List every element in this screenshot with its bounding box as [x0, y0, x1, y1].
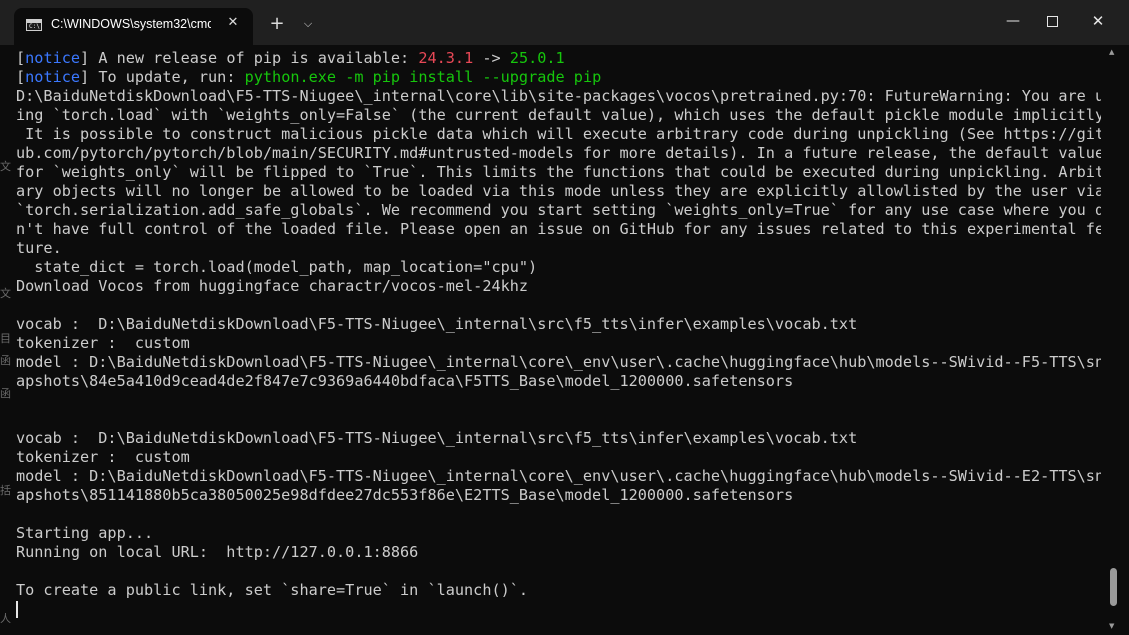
output-line: ture. — [16, 239, 62, 257]
output-line: model : D:\BaiduNetdiskDownload\F5-TTS-N… — [16, 467, 1101, 485]
tab-cmd[interactable]: C:\ C:\WINDOWS\system32\cmd.e ✕ — [14, 8, 253, 45]
scroll-down-icon[interactable]: ▼ — [1109, 622, 1114, 630]
output-line: vocab : D:\BaiduNetdiskDownload\F5-TTS-N… — [16, 429, 858, 447]
tab-close-icon[interactable]: ✕ — [223, 13, 243, 33]
pip-notice-line: [notice] A new release of pip is availab… — [16, 49, 565, 67]
gutter-char: 人 — [0, 612, 11, 625]
scrollbar-thumb[interactable] — [1110, 568, 1117, 606]
upgrade-command: python.exe -m pip install --upgrade pip — [244, 68, 602, 86]
maximize-button[interactable] — [1029, 0, 1075, 42]
prompt-line[interactable] — [16, 600, 1101, 619]
output-line: state_dict = torch.load(model_path, map_… — [16, 258, 538, 276]
output-line: It is possible to construct malicious pi… — [16, 125, 1101, 143]
new-tab-button[interactable]: + — [266, 13, 288, 35]
tab-title: C:\WINDOWS\system32\cmd.e — [51, 17, 211, 31]
output-line: To create a public link, set `share=True… — [16, 581, 529, 599]
output-line: tokenizer : custom — [16, 448, 190, 466]
output-line: ary objects will no longer be allowed to… — [16, 182, 1101, 200]
scrollbar[interactable]: ▲ ▼ — [1108, 48, 1120, 630]
notice-tag: notice — [25, 68, 81, 86]
new-version: 25.0.1 — [509, 49, 565, 67]
output-line: vocab : D:\BaiduNetdiskDownload\F5-TTS-N… — [16, 315, 858, 333]
output-line: apshots\851141880b5ca38050025e98dfdee27d… — [16, 486, 794, 504]
terminal-window: C:\ C:\WINDOWS\system32\cmd.e ✕ + ⌵ — ✕ … — [0, 0, 1129, 635]
gutter-char: 函 — [0, 354, 11, 367]
text-cursor — [16, 601, 18, 618]
output-line: n't have full control of the loaded file… — [16, 220, 1101, 238]
output-line: apshots\84e5a410d9cead4de2f847e7c9369a64… — [16, 372, 794, 390]
gutter-char: 文 — [0, 287, 11, 300]
pip-update-line: [notice] To update, run: python.exe -m p… — [16, 68, 602, 86]
output-line: Running on local URL: http://127.0.0.1:8… — [16, 543, 419, 561]
output-line: model : D:\BaiduNetdiskDownload\F5-TTS-N… — [16, 353, 1101, 371]
gutter-char: 括 — [0, 484, 11, 497]
gutter-char: 文 — [0, 160, 11, 173]
background-window-edge: 文 文 目 函 函 括 人 — [0, 45, 12, 635]
terminal-output[interactable]: [notice] A new release of pip is availab… — [16, 49, 1101, 629]
maximize-icon — [1047, 16, 1058, 27]
close-button[interactable]: ✕ — [1075, 0, 1121, 42]
output-line: D:\BaiduNetdiskDownload\F5-TTS-Niugee\_i… — [16, 87, 1101, 105]
output-line: Download Vocos from huggingface charactr… — [16, 277, 529, 295]
cmd-icon: C:\ — [26, 19, 42, 31]
notice-tag: notice — [25, 49, 81, 67]
gutter-char: 目 — [0, 332, 11, 345]
gutter-char: 函 — [0, 387, 11, 400]
old-version: 24.3.1 — [418, 49, 474, 67]
output-line: `torch.serialization.add_safe_globals`. … — [16, 201, 1101, 219]
scroll-up-icon[interactable]: ▲ — [1109, 48, 1114, 56]
output-line: tokenizer : custom — [16, 334, 190, 352]
title-bar: C:\ C:\WINDOWS\system32\cmd.e ✕ + ⌵ — ✕ — [0, 0, 1129, 45]
output-line: for `weights_only` will be flipped to `T… — [16, 163, 1101, 181]
chevron-down-icon[interactable]: ⌵ — [298, 13, 318, 35]
output-line: Starting app... — [16, 524, 154, 542]
output-line: ub.com/pytorch/pytorch/blob/main/SECURIT… — [16, 144, 1101, 162]
output-line: ing `torch.load` with `weights_only=Fals… — [16, 106, 1101, 124]
